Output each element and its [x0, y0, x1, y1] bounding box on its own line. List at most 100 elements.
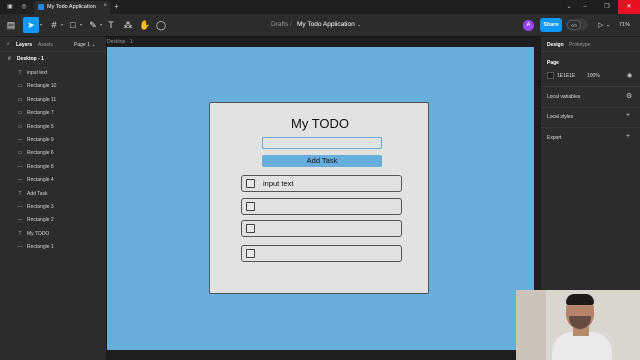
- main-menu-icon[interactable]: ▤: [3, 17, 19, 33]
- local-variables-icon[interactable]: ⚙: [626, 92, 632, 100]
- layer-frame-desktop[interactable]: # Desktop - 1: [0, 55, 106, 64]
- resources-tool-icon[interactable]: ⁂: [120, 17, 136, 33]
- rectangle-layer-icon: ▭: [17, 110, 23, 117]
- shape-caret-icon[interactable]: ▾: [80, 22, 82, 27]
- present-caret-icon[interactable]: ▾: [607, 23, 609, 28]
- local-variables-row[interactable]: Local variables: [547, 94, 580, 100]
- breadcrumb-drafts[interactable]: Drafts: [271, 21, 288, 28]
- tab-design[interactable]: Design: [547, 42, 564, 48]
- webcam-background-shelf: [516, 290, 546, 360]
- layer-name: My TODO: [27, 230, 50, 237]
- layers-panel: ⌕ Layers Assets Page 1 ⌄ # Desktop - 1 T…: [0, 37, 107, 360]
- todo-input-field[interactable]: [262, 137, 382, 149]
- pen-caret-icon[interactable]: ▾: [100, 22, 102, 27]
- page-opacity[interactable]: 100%: [587, 73, 600, 79]
- layer-row[interactable]: — Rectangle 9: [0, 135, 106, 146]
- close-window-button[interactable]: ✕: [618, 0, 640, 14]
- layer-row[interactable]: ▭ Rectangle 11: [0, 95, 106, 106]
- search-icon[interactable]: ⌕: [7, 41, 10, 47]
- layer-row[interactable]: — Rectangle 3: [0, 202, 106, 213]
- divider: [541, 86, 640, 87]
- todo-card[interactable]: My TODO Add Task input text: [209, 102, 429, 294]
- zoom-level[interactable]: 71%: [619, 22, 630, 28]
- page-color-swatch[interactable]: [547, 72, 554, 79]
- dev-mode-toggle[interactable]: </>: [566, 19, 588, 31]
- webcam-person-body: [552, 332, 612, 360]
- page-color-hex[interactable]: 1E1E1E: [557, 73, 575, 79]
- webcam-overlay: [516, 290, 640, 360]
- task-checkbox[interactable]: [246, 224, 255, 233]
- tab-assets[interactable]: Assets: [38, 42, 53, 48]
- layer-row[interactable]: ▭ Rectangle 10: [0, 81, 106, 92]
- tab-close-icon[interactable]: ×: [103, 3, 107, 9]
- task-row[interactable]: [241, 245, 402, 262]
- add-task-button[interactable]: Add Task: [262, 155, 382, 167]
- layer-row[interactable]: ▭ Rectangle 5: [0, 122, 106, 133]
- title-bar: ▣ ◎ My Todo Application × + ⌄ – ❐ ✕: [0, 0, 640, 15]
- task-row[interactable]: [241, 198, 402, 215]
- figma-menu-icon[interactable]: ▣: [6, 3, 14, 11]
- avatar[interactable]: A: [523, 20, 534, 31]
- text-layer-icon: T: [18, 190, 22, 197]
- toolbar: ▤ ➤ ▾ # ▾ □ ▾ ✎ ▾ T ⁂ ✋ ◯ Drafts / My To…: [0, 14, 640, 37]
- layer-row[interactable]: — Rectangle 8: [0, 162, 106, 173]
- task-checkbox[interactable]: [246, 179, 255, 188]
- breadcrumb-separator: /: [290, 21, 292, 28]
- layer-row[interactable]: — Rectangle 4: [0, 175, 106, 186]
- todo-title[interactable]: My TODO: [210, 116, 430, 131]
- frame-caret-icon[interactable]: ▾: [61, 22, 63, 27]
- tab-prototype[interactable]: Prototype: [569, 42, 590, 48]
- maximize-button[interactable]: ❐: [596, 0, 618, 14]
- rectangle-layer-icon: —: [17, 163, 23, 170]
- page-selector[interactable]: Page 1 ⌄: [74, 42, 95, 48]
- rectangle-layer-icon: —: [17, 177, 23, 184]
- frame-label[interactable]: Desktop - 1: [107, 39, 133, 45]
- layer-row[interactable]: Tinput text: [0, 68, 106, 79]
- layer-name: Rectangle 8: [27, 163, 54, 170]
- frame-tool-icon[interactable]: #: [46, 17, 62, 33]
- new-tab-icon[interactable]: +: [114, 2, 119, 11]
- desktop-frame[interactable]: My TODO Add Task input text: [107, 47, 534, 350]
- layer-row[interactable]: T Add Task: [0, 189, 106, 200]
- layer-name: Rectangle 6: [27, 150, 54, 157]
- layer-row[interactable]: — Rectangle 2: [0, 215, 106, 226]
- rectangle-tool-icon[interactable]: □: [65, 17, 81, 33]
- layer-row[interactable]: ▭ Rectangle 7: [0, 108, 106, 119]
- rectangle-layer-icon: ▭: [17, 123, 23, 130]
- layer-name: Rectangle 10: [27, 83, 57, 90]
- figma-file-icon: [38, 4, 44, 10]
- task-row[interactable]: input text: [241, 175, 402, 192]
- layer-row[interactable]: T My TODO: [0, 229, 106, 240]
- layer-row[interactable]: ▭ Rectangle 6: [0, 148, 106, 159]
- rectangle-layer-icon: —: [17, 217, 23, 224]
- present-play-icon[interactable]: ▷: [598, 21, 603, 29]
- file-name[interactable]: My Todo Application: [297, 21, 355, 28]
- text-layer-icon: T: [18, 230, 22, 237]
- rectangle-layer-icon: —: [17, 204, 23, 210]
- eye-icon[interactable]: ◉: [627, 72, 632, 79]
- move-caret-icon[interactable]: ▾: [40, 22, 42, 27]
- comment-tool-icon[interactable]: ◯: [153, 17, 169, 33]
- file-tab[interactable]: My Todo Application ×: [34, 1, 110, 14]
- hand-tool-icon[interactable]: ✋: [137, 17, 153, 33]
- local-styles-row: Local styles: [547, 114, 574, 120]
- task-checkbox[interactable]: [246, 202, 255, 211]
- layer-name: input text: [27, 70, 48, 76]
- share-button[interactable]: Share: [540, 18, 562, 32]
- canvas[interactable]: Desktop - 1 My TODO Add Task input text: [107, 37, 534, 360]
- add-style-icon[interactable]: +: [626, 112, 630, 119]
- add-export-icon[interactable]: +: [626, 133, 630, 140]
- layer-name: Rectangle 5: [27, 123, 54, 130]
- move-tool-icon[interactable]: ➤: [23, 17, 39, 33]
- layer-row[interactable]: — Rectangle 1: [0, 242, 106, 253]
- divider: [541, 127, 640, 128]
- file-menu-caret-icon[interactable]: ⌄: [357, 22, 361, 28]
- pen-tool-icon[interactable]: ✎: [85, 17, 101, 33]
- layer-name: Rectangle 2: [27, 217, 54, 224]
- task-checkbox[interactable]: [246, 249, 255, 258]
- tab-layers[interactable]: Layers: [16, 42, 32, 48]
- text-tool-icon[interactable]: T: [103, 17, 119, 33]
- task-row[interactable]: [241, 220, 402, 237]
- globe-icon[interactable]: ◎: [20, 3, 28, 11]
- minimize-button[interactable]: –: [574, 0, 596, 14]
